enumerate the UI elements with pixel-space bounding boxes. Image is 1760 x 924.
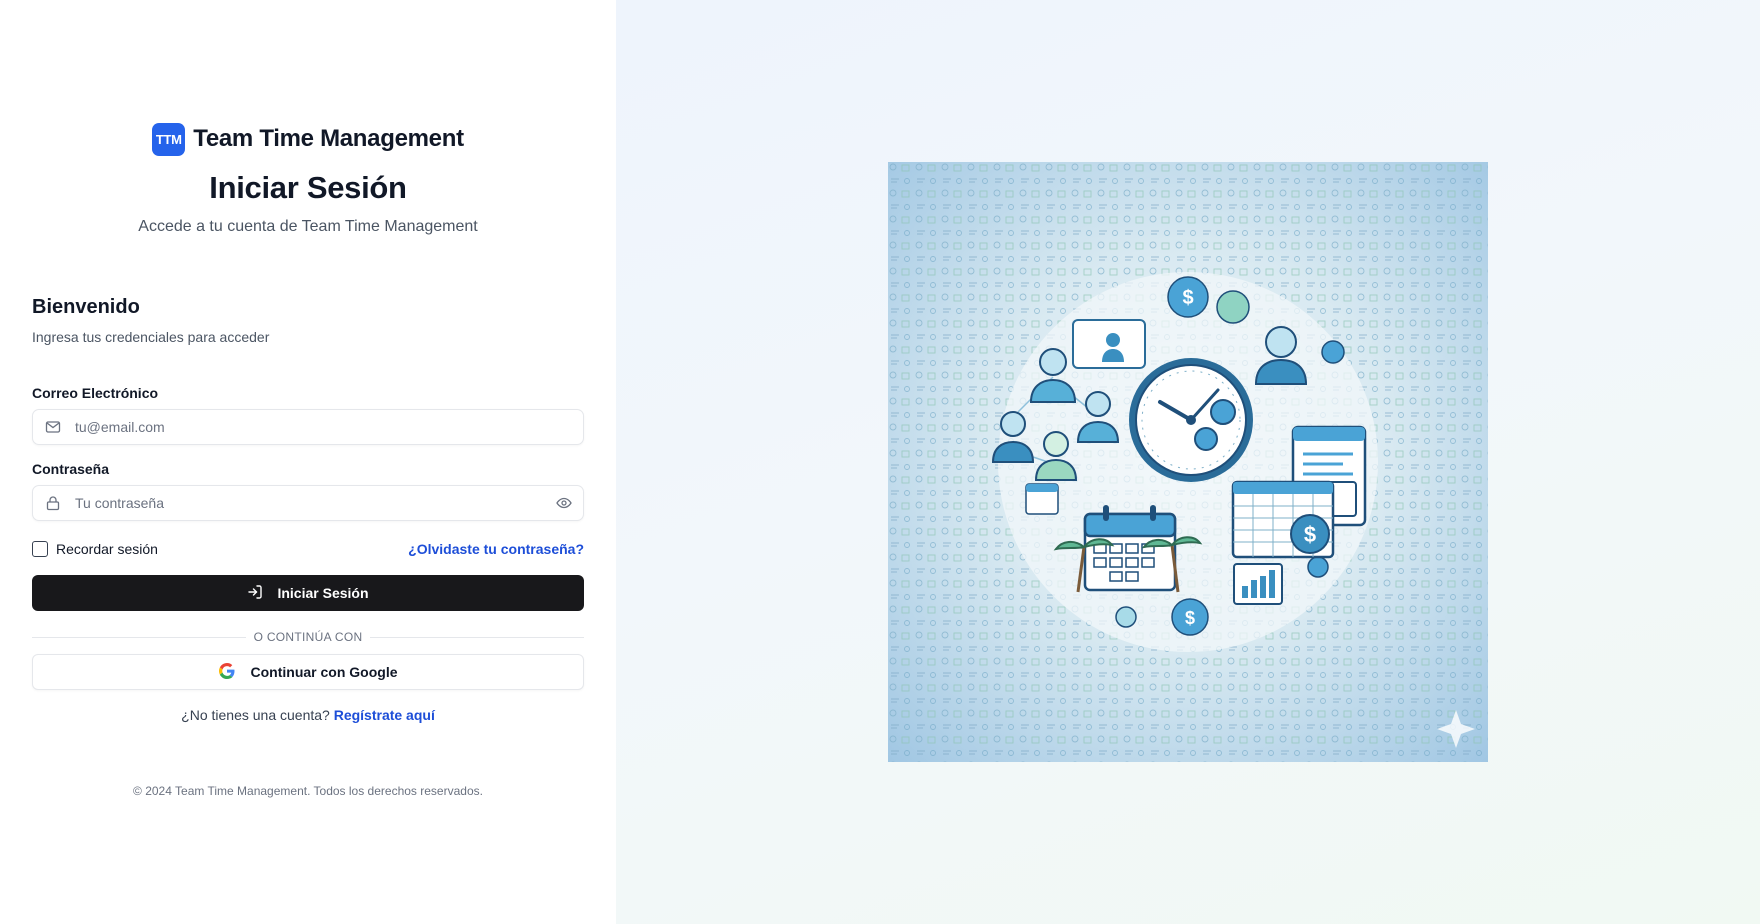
illustration-panel: $ $ $ [616,0,1760,924]
login-panel: TTM Team Time Management Iniciar Sesión … [0,0,616,924]
login-button-label: Iniciar Sesión [277,585,369,601]
svg-text:$: $ [1182,287,1193,309]
divider: O CONTINÚA CON [32,629,584,645]
remember-label: Recordar sesión [56,541,158,557]
email-label: Correo Electrónico [32,385,159,401]
forgot-password-link[interactable]: ¿Olvidaste tu contraseña? [408,541,584,557]
brand-name: Team Time Management [193,125,464,152]
google-login-button[interactable]: Continuar con Google [32,654,584,690]
login-page: TTM Team Time Management Iniciar Sesión … [0,0,1760,924]
eye-icon[interactable] [555,494,573,512]
google-button-label: Continuar con Google [250,664,398,680]
password-field[interactable] [73,487,555,519]
email-field-wrapper [32,409,584,445]
lock-icon [45,495,61,511]
mail-icon [45,419,61,435]
signup-prompt: ¿No tienes una cuenta? [181,707,330,723]
password-label: Contraseña [32,461,110,477]
email-field[interactable] [73,411,583,443]
team-time-illustration: $ $ $ [888,162,1488,762]
options-row: Recordar sesión ¿Olvidaste tu contraseña… [32,539,584,559]
svg-text:$: $ [1304,522,1316,547]
password-field-wrapper [32,485,584,521]
welcome-subtitle: Ingresa tus credenciales para acceder [32,329,270,345]
login-form: Bienvenido Ingresa tus credenciales para… [32,296,584,723]
divider-text: O CONTINÚA CON [245,630,371,644]
brand-row: TTM Team Time Management [0,122,616,156]
google-icon [218,662,235,682]
brand-header: TTM Team Time Management Iniciar Sesión … [0,122,616,236]
signup-link[interactable]: Regístrate aquí [334,707,435,723]
log-in-icon [247,584,263,603]
login-button[interactable]: Iniciar Sesión [32,575,584,611]
signup-row: ¿No tienes una cuenta? Regístrate aquí [32,707,584,723]
brand-logo: TTM [152,122,186,156]
page-subtitle: Accede a tu cuenta de Team Time Manageme… [138,218,478,235]
svg-text:$: $ [1185,608,1195,628]
footer-copyright: © 2024 Team Time Management. Todos los d… [133,784,483,798]
page-title: Iniciar Sesión [209,170,407,205]
remember-checkbox[interactable] [32,541,48,557]
remember-session: Recordar sesión [32,541,158,557]
welcome-title: Bienvenido [32,296,140,318]
